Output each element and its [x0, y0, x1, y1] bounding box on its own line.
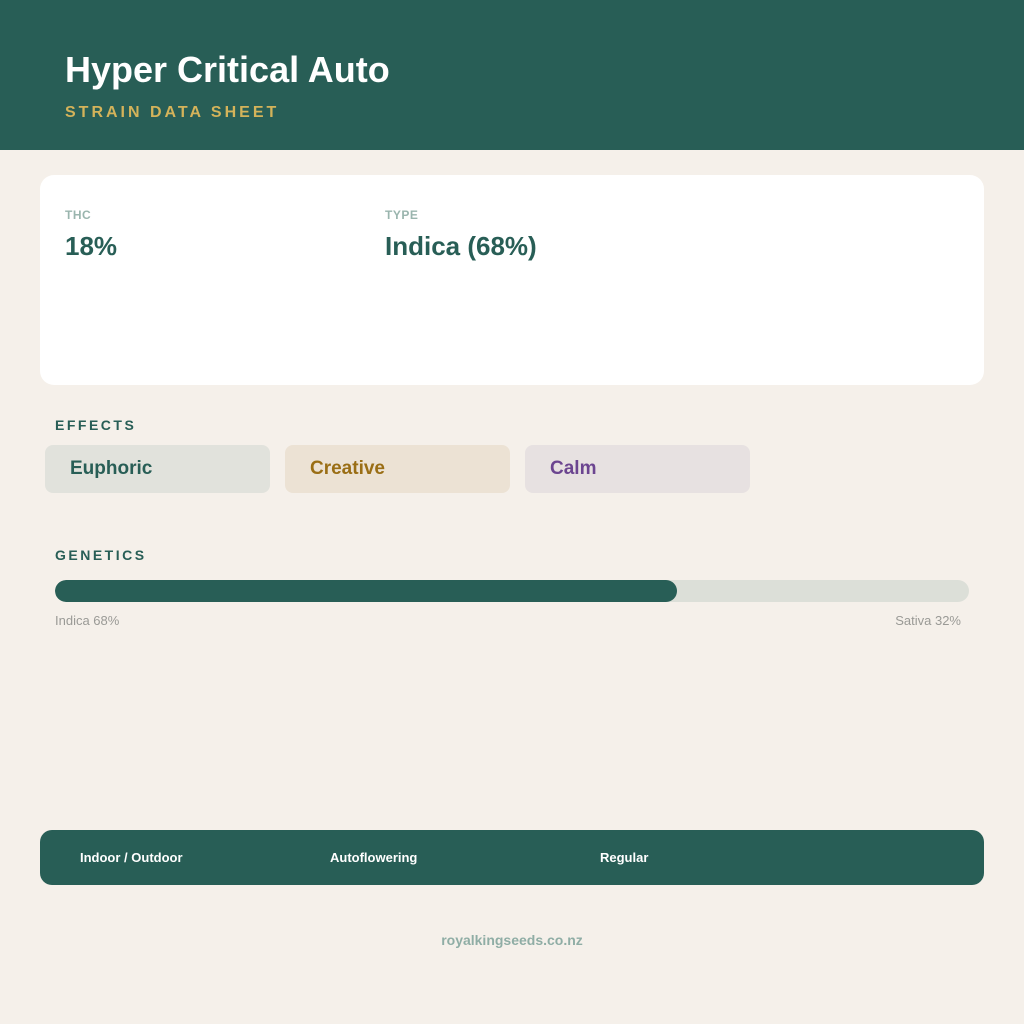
growing-info-bar: Indoor / Outdoor Autoflowering Regular — [40, 830, 984, 885]
genetics-indica-label: Indica 68% — [55, 613, 120, 628]
flowering-type: Autoflowering — [330, 850, 418, 865]
stat-type: TYPE Indica (68%) — [385, 208, 537, 262]
genetics-bar-track — [55, 580, 969, 602]
effect-chip-euphoric: Euphoric — [45, 445, 270, 493]
genetics-sativa-label: Sativa 32% — [895, 613, 961, 628]
stat-thc: THC 18% — [65, 208, 117, 262]
effect-chip-calm: Calm — [525, 445, 750, 493]
header-banner: Hyper Critical Auto STRAIN DATA SHEET — [0, 0, 1024, 150]
genetics-bar-fill-indica — [55, 580, 677, 602]
website-url: royalkingseeds.co.nz — [441, 932, 583, 948]
genetics-heading: GENETICS — [55, 547, 147, 563]
grow-environment: Indoor / Outdoor — [80, 850, 183, 865]
page-title: Hyper Critical Auto — [65, 49, 390, 90]
stat-thc-label: THC — [65, 208, 92, 222]
stat-type-label: TYPE — [385, 208, 419, 222]
stats-card: THC 18% TYPE Indica (68%) — [40, 175, 984, 385]
strain-data-sheet: Hyper Critical Auto STRAIN DATA SHEET TH… — [0, 0, 1024, 1024]
stat-thc-value: 18% — [65, 231, 118, 261]
seed-type: Regular — [600, 850, 649, 865]
effects-heading: EFFECTS — [55, 417, 137, 433]
effect-chip-creative: Creative — [285, 445, 510, 493]
stat-type-value: Indica (68%) — [385, 231, 537, 261]
page-subtitle: STRAIN DATA SHEET — [65, 104, 280, 121]
